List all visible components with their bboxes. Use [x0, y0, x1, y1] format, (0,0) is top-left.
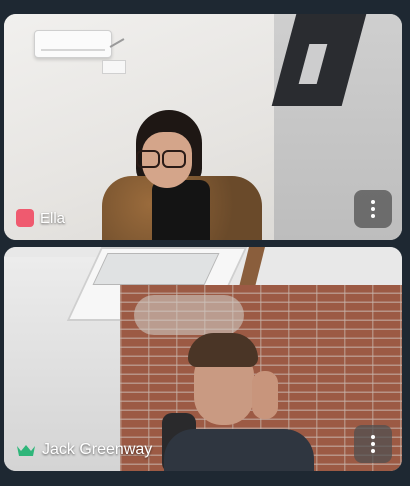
participant-menu-button[interactable]	[354, 190, 392, 228]
participant-name-tag: Ella	[16, 209, 65, 227]
more-vertical-icon	[371, 435, 375, 453]
participant-video-ella	[102, 110, 262, 240]
participant-name-tag: Jack Greenway	[16, 441, 152, 459]
participant-video-jack	[162, 333, 314, 471]
crown-icon	[17, 445, 35, 456]
participant-name: Jack Greenway	[42, 441, 153, 458]
video-tile-jack-greenway[interactable]: Jack Greenway	[4, 247, 402, 471]
video-tile-ella[interactable]: Ella	[4, 14, 402, 240]
participant-name: Ella	[40, 209, 66, 227]
more-vertical-icon	[371, 200, 375, 218]
participant-menu-button[interactable]	[354, 425, 392, 463]
muted-mic-icon	[16, 209, 34, 227]
